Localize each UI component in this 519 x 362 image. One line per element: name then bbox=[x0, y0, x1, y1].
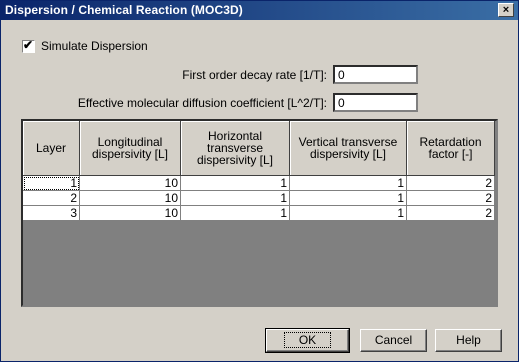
layer-cell[interactable]: 2 bbox=[23, 190, 80, 206]
dialog-window: Dispersion / Chemical Reaction (MOC3D) ×… bbox=[0, 0, 519, 362]
horizontal-cell[interactable]: 1 bbox=[180, 190, 290, 206]
decay-rate-input[interactable]: 0 bbox=[333, 65, 418, 84]
table-row: 2 10 1 1 2 bbox=[23, 190, 495, 206]
simulate-dispersion-checkbox[interactable]: ✔ bbox=[22, 37, 35, 53]
retardation-cell[interactable]: 2 bbox=[406, 190, 495, 206]
layer-parameters-grid[interactable]: Layer Longitudinal dispersivity [L] Hori… bbox=[21, 119, 498, 307]
longitudinal-cell[interactable]: 10 bbox=[79, 175, 181, 191]
column-header-vertical[interactable]: Vertical transverse dispersivity [L] bbox=[289, 121, 407, 176]
layer-cell[interactable]: 1 bbox=[23, 175, 80, 191]
decay-rate-label: First order decay rate [1/T]: bbox=[182, 68, 327, 82]
layer-cell[interactable]: 3 bbox=[23, 205, 80, 221]
layer-table: Layer Longitudinal dispersivity [L] Hori… bbox=[23, 121, 495, 221]
diffusion-coefficient-label: Effective molecular diffusion coefficien… bbox=[77, 96, 327, 110]
help-button[interactable]: Help bbox=[435, 329, 502, 352]
table-header-row: Layer Longitudinal dispersivity [L] Hori… bbox=[23, 121, 495, 176]
simulate-dispersion-row[interactable]: ✔ Simulate Dispersion bbox=[22, 37, 148, 53]
checkmark-icon: ✔ bbox=[23, 37, 34, 52]
horizontal-cell[interactable]: 1 bbox=[180, 175, 290, 191]
simulate-dispersion-label: Simulate Dispersion bbox=[41, 39, 148, 53]
column-header-horizontal[interactable]: Horizontal transverse dispersivity [L] bbox=[180, 121, 290, 176]
title-bar[interactable]: Dispersion / Chemical Reaction (MOC3D) × bbox=[1, 1, 518, 20]
ok-button-label: OK bbox=[283, 332, 332, 348]
horizontal-cell[interactable]: 1 bbox=[180, 205, 290, 221]
vertical-cell[interactable]: 1 bbox=[289, 190, 407, 206]
vertical-cell[interactable]: 1 bbox=[289, 175, 407, 191]
retardation-cell[interactable]: 2 bbox=[406, 175, 495, 191]
cancel-button[interactable]: Cancel bbox=[360, 329, 427, 352]
longitudinal-cell[interactable]: 10 bbox=[79, 190, 181, 206]
longitudinal-cell[interactable]: 10 bbox=[79, 205, 181, 221]
column-header-longitudinal[interactable]: Longitudinal dispersivity [L] bbox=[79, 121, 181, 176]
close-icon: × bbox=[502, 4, 510, 16]
column-header-retardation[interactable]: Retardation factor [-] bbox=[406, 121, 495, 176]
table-row: 3 10 1 1 2 bbox=[23, 205, 495, 221]
diffusion-coefficient-input[interactable]: 0 bbox=[333, 93, 418, 112]
ok-button[interactable]: OK bbox=[265, 328, 350, 353]
table-row: 1 10 1 1 2 bbox=[23, 175, 495, 191]
close-button[interactable]: × bbox=[498, 3, 514, 17]
column-header-layer[interactable]: Layer bbox=[23, 121, 80, 176]
window-title: Dispersion / Chemical Reaction (MOC3D) bbox=[5, 3, 243, 17]
retardation-cell[interactable]: 2 bbox=[406, 205, 495, 221]
vertical-cell[interactable]: 1 bbox=[289, 205, 407, 221]
